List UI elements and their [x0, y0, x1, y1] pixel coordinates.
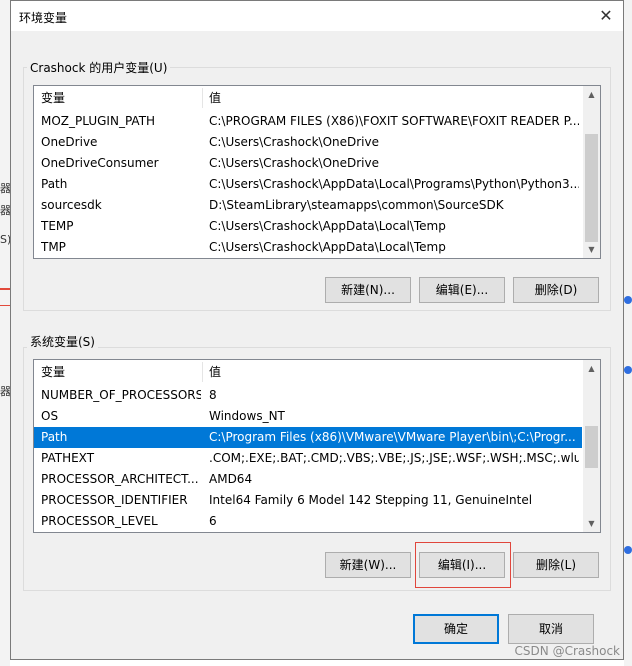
variable-value: 8	[209, 388, 217, 402]
scroll-down-icon[interactable]: ▼	[583, 241, 600, 258]
vertical-scrollbar[interactable]: ▲ ▼	[583, 360, 600, 532]
watermark: CSDN @Crashock	[514, 644, 620, 658]
scroll-thumb[interactable]	[585, 426, 598, 468]
variable-name: PROCESSOR_ARCHITECT...	[41, 472, 199, 486]
variable-value: 6	[209, 514, 217, 528]
variable-name: PROCESSOR_LEVEL	[41, 514, 158, 528]
variable-name: sourcesdk	[41, 198, 102, 212]
table-row[interactable]: MOZ_PLUGIN_PATH C:\PROGRAM FILES (X86)\FO…	[34, 111, 584, 132]
variable-name: MOZ_PLUGIN_PATH	[41, 114, 156, 128]
highlight-box	[415, 542, 511, 588]
column-header-variable[interactable]: 变量	[41, 86, 65, 110]
dialog-title: 环境变量	[19, 11, 68, 25]
table-row[interactable]: TEMP C:\Users\Crashock\AppData\Local\Temp	[34, 216, 584, 237]
background-red-line	[0, 288, 10, 290]
table-row[interactable]: Path C:\Users\Crashock\AppData\Local\Prog…	[34, 174, 584, 195]
radio-icon	[624, 366, 632, 374]
variable-value: C:\Users\Crashock\AppData\Local\Temp	[209, 219, 446, 233]
variable-name: NUMBER_OF_PROCESSORS	[41, 388, 201, 402]
table-row-selected[interactable]: Path C:\Program Files (x86)\VMware\VMware…	[34, 427, 582, 448]
system-new-button[interactable]: 新建(W)...	[325, 552, 411, 578]
column-divider[interactable]	[202, 362, 203, 382]
user-variables-label: Crashock 的用户变量(U)	[27, 59, 171, 76]
variable-name: Path	[41, 177, 68, 191]
variable-value: D:\SteamLibrary\steamapps\common\SourceS…	[209, 198, 504, 212]
background-window-right	[624, 0, 632, 666]
variable-value: C:\Program Files (x86)\VMware\VMware Pla…	[209, 430, 576, 444]
column-header-value[interactable]: 值	[209, 360, 221, 384]
cancel-button[interactable]: 取消	[508, 614, 594, 644]
scroll-up-icon[interactable]: ▲	[583, 86, 600, 103]
variable-value: C:\Users\Crashock\OneDrive	[209, 156, 379, 170]
column-divider[interactable]	[202, 88, 203, 108]
column-header-variable[interactable]: 变量	[41, 360, 65, 384]
table-row[interactable]: PROCESSOR_IDENTIFIER Intel64 Family 6 Mod…	[34, 490, 584, 511]
table-row[interactable]: OS Windows_NT	[34, 406, 584, 427]
table-row[interactable]: NUMBER_OF_PROCESSORS 8	[34, 385, 584, 406]
scroll-down-icon[interactable]: ▼	[583, 515, 600, 532]
variable-value: C:\Users\Crashock\AppData\Local\Programs…	[209, 177, 579, 191]
variable-name: OneDrive	[41, 135, 98, 149]
variable-value: Intel64 Family 6 Model 142 Stepping 11, …	[209, 493, 533, 507]
variable-name: OS	[41, 409, 59, 423]
variable-name: OneDriveConsumer	[41, 156, 159, 170]
variable-name: PATHEXT	[41, 451, 95, 465]
list-header: 变量 值	[34, 360, 582, 384]
variable-name: TEMP	[41, 219, 74, 233]
variable-value: Windows_NT	[209, 409, 285, 423]
variable-value: C:\PROGRAM FILES (X86)\FOXIT SOFTWARE\FO…	[209, 114, 579, 128]
radio-icon	[624, 546, 632, 554]
variable-value: C:\Users\Crashock\OneDrive	[209, 135, 379, 149]
system-variables-label: 系统变量(S)	[27, 333, 98, 350]
scroll-up-icon[interactable]: ▲	[583, 360, 600, 377]
variable-value: AMD64	[209, 472, 253, 486]
title-bar: 环境变量 ✕	[11, 1, 623, 31]
user-variables-list[interactable]: 变量 值 MOZ_PLUGIN_PATH C:\PROGRAM FILES (X8…	[33, 85, 601, 259]
user-edit-button[interactable]: 编辑(E)...	[419, 277, 505, 303]
column-header-value[interactable]: 值	[209, 86, 221, 110]
table-row[interactable]: TMP C:\Users\Crashock\AppData\Local\Temp	[34, 237, 584, 258]
scroll-thumb[interactable]	[585, 134, 598, 242]
table-row[interactable]: PROCESSOR_LEVEL 6	[34, 511, 584, 532]
vertical-scrollbar[interactable]: ▲ ▼	[583, 86, 600, 258]
variable-name: Path	[41, 430, 68, 444]
table-row[interactable]: OneDriveConsumer C:\Users\Crashock\OneDri…	[34, 153, 584, 174]
table-row[interactable]: PATHEXT .COM;.EXE;.BAT;.CMD;.VBS;.VBE;.JS…	[34, 448, 584, 469]
ok-button[interactable]: 确定	[413, 614, 499, 644]
background-window-left: 器 器 S) 器	[0, 0, 11, 666]
system-variables-list[interactable]: 变量 值 NUMBER_OF_PROCESSORS 8 OS Windows_NT …	[33, 359, 601, 533]
table-row[interactable]: PROCESSOR_ARCHITECT... AMD64	[34, 469, 584, 490]
background-red-line	[0, 305, 10, 306]
variable-name: PROCESSOR_IDENTIFIER	[41, 493, 188, 507]
environment-variables-dialog: 环境变量 ✕ Crashock 的用户变量(U) 变量 值 MOZ_PLUGIN…	[10, 0, 624, 660]
user-delete-button[interactable]: 删除(D)	[513, 277, 599, 303]
close-icon[interactable]: ✕	[595, 5, 617, 27]
table-row[interactable]: sourcesdk D:\SteamLibrary\steamapps\commo…	[34, 195, 584, 216]
table-row[interactable]: OneDrive C:\Users\Crashock\OneDrive	[34, 132, 584, 153]
user-new-button[interactable]: 新建(N)...	[325, 277, 411, 303]
radio-icon	[624, 296, 632, 304]
list-header: 变量 值	[34, 86, 582, 110]
variable-value: .COM;.EXE;.BAT;.CMD;.VBS;.VBE;.JS;.JSE;.…	[209, 451, 579, 465]
variable-name: TMP	[41, 240, 66, 254]
system-delete-button[interactable]: 删除(L)	[513, 552, 599, 578]
variable-value: C:\Users\Crashock\AppData\Local\Temp	[209, 240, 446, 254]
